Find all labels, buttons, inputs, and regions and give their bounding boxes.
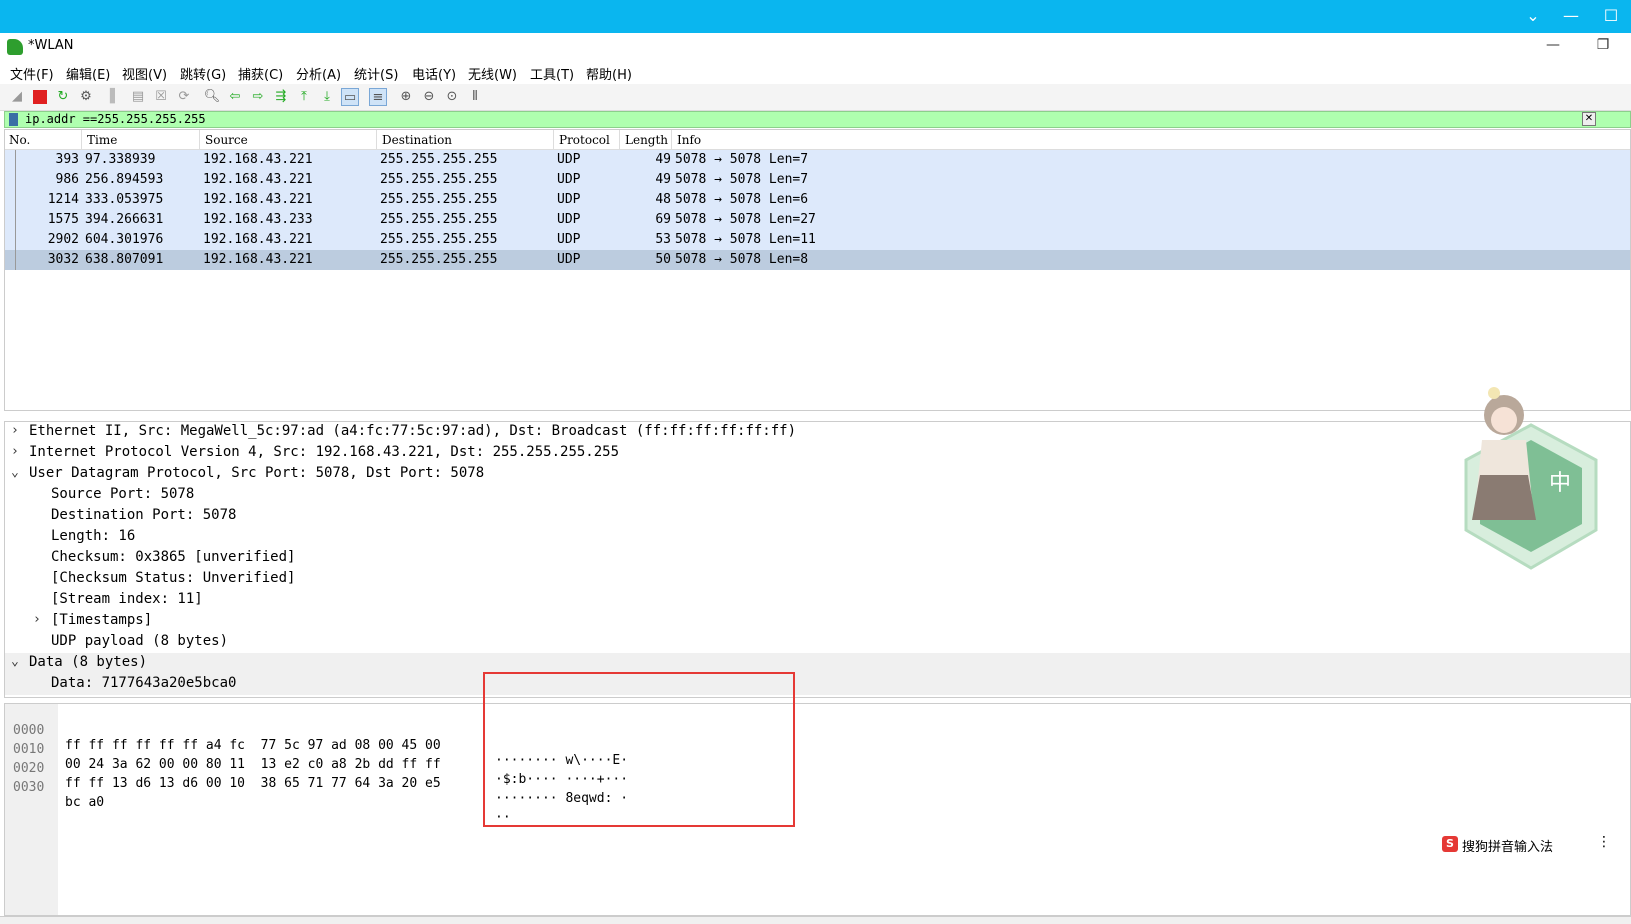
expand-arrow-icon[interactable]: › bbox=[33, 612, 41, 627]
expand-arrow-icon[interactable]: › bbox=[11, 444, 19, 459]
find-packet-icon[interactable]: 🔍︎ bbox=[203, 88, 221, 106]
minimize-icon[interactable]: — bbox=[1558, 6, 1584, 25]
main-toolbar: ◢ ↻ ⚙ ▌ ▤ ☒ ⟳ 🔍︎ ⇦ ⇨ ⇶ ⤒ ⤓ ▭ ≡ ⊕ ⊖ ⊙ ⫴ bbox=[0, 84, 1631, 111]
menu-bar: 文件(F) 编辑(E) 视图(V) 跳转(G) 捕获(C) 分析(A) 统计(S… bbox=[0, 60, 1631, 84]
go-back-icon[interactable]: ⇦ bbox=[226, 88, 244, 106]
packet-row[interactable]: 1214 333.053975 192.168.43.221 255.255.2… bbox=[5, 190, 1630, 210]
column-no[interactable]: No. bbox=[9, 133, 30, 149]
packet-row[interactable]: 2902 604.301976 192.168.43.221 255.255.2… bbox=[5, 230, 1630, 250]
resize-columns-icon[interactable]: ⫴ bbox=[466, 88, 484, 106]
ime-mascot: 中 bbox=[1464, 387, 1598, 570]
menu-edit[interactable]: 编辑(E) bbox=[66, 64, 110, 83]
reload-file-icon[interactable]: ⟳ bbox=[175, 88, 193, 106]
capture-options-icon[interactable]: ⚙ bbox=[77, 88, 95, 106]
detail-line[interactable]: UDP payload (8 bytes) bbox=[5, 632, 1630, 653]
packet-row[interactable]: 1575 394.266631 192.168.43.233 255.255.2… bbox=[5, 210, 1630, 230]
column-time[interactable]: Time bbox=[87, 133, 117, 149]
go-forward-icon[interactable]: ⇨ bbox=[249, 88, 267, 106]
zoom-normal-icon[interactable]: ⊙ bbox=[443, 88, 461, 106]
packet-row[interactable]: 393 97.338939 192.168.43.221 255.255.255… bbox=[5, 150, 1630, 170]
menu-wireless[interactable]: 无线(W) bbox=[468, 64, 517, 83]
zoom-out-icon[interactable]: ⊖ bbox=[420, 88, 438, 106]
bytes-row[interactable]: 0000 ff ff ff ff ff ff a4 fc 77 5c 97 ad… bbox=[5, 708, 628, 768]
go-first-icon[interactable]: ⤒ bbox=[295, 88, 313, 106]
menu-telephony[interactable]: 电话(Y) bbox=[412, 64, 456, 83]
colorize-icon[interactable]: ≡ bbox=[369, 88, 387, 106]
bytes-row[interactable]: 0010 00 24 3a 62 00 00 80 11 13 e2 c0 a8… bbox=[5, 727, 628, 787]
packet-row-selected[interactable]: 3032 638.807091 192.168.43.221 255.255.2… bbox=[5, 250, 1630, 270]
zoom-in-icon[interactable]: ⊕ bbox=[397, 88, 415, 106]
detail-line[interactable]: › Ethernet II, Src: MegaWell_5c:97:ad (a… bbox=[5, 422, 1630, 443]
detail-line[interactable]: Checksum: 0x3865 [unverified] bbox=[5, 548, 1630, 569]
os-title-bar: ⌄ — ☐ bbox=[0, 0, 1631, 33]
menu-view[interactable]: 视图(V) bbox=[122, 64, 167, 83]
packet-row[interactable]: 986 256.894593 192.168.43.221 255.255.25… bbox=[5, 170, 1630, 190]
column-length[interactable]: Length bbox=[625, 133, 668, 149]
column-protocol[interactable]: Protocol bbox=[559, 133, 610, 149]
packet-bytes: 0000 ff ff ff ff ff ff a4 fc 77 5c 97 ad… bbox=[4, 703, 1631, 916]
detail-line[interactable]: Source Port: 5078 bbox=[5, 485, 1630, 506]
column-source[interactable]: Source bbox=[205, 133, 248, 149]
detail-line[interactable]: Length: 16 bbox=[5, 527, 1630, 548]
bytes-row[interactable]: 0020 ff ff 13 d6 13 d6 00 10 38 65 71 77… bbox=[5, 746, 628, 806]
menu-go[interactable]: 跳转(G) bbox=[180, 64, 226, 83]
sogou-logo-icon: S bbox=[1442, 836, 1458, 852]
detail-line-selected[interactable]: Data: 7177643a20e5bca0 bbox=[5, 674, 1630, 695]
expand-arrow-icon[interactable]: › bbox=[11, 423, 19, 438]
menu-help[interactable]: 帮助(H) bbox=[586, 64, 632, 83]
maximize-icon[interactable]: ☐ bbox=[1598, 6, 1624, 25]
collapse-arrow-icon[interactable]: ⌄ bbox=[11, 465, 19, 480]
go-to-packet-icon[interactable]: ⇶ bbox=[272, 88, 290, 106]
ime-label: 搜狗拼音输入法 bbox=[1462, 840, 1554, 855]
packet-details: › Ethernet II, Src: MegaWell_5c:97:ad (a… bbox=[4, 421, 1631, 698]
bookmark-icon[interactable] bbox=[9, 113, 18, 126]
open-file-icon[interactable]: ▌ bbox=[106, 88, 124, 106]
menu-capture[interactable]: 捕获(C) bbox=[238, 64, 283, 83]
ime-more-icon[interactable]: ⋮ bbox=[1597, 834, 1611, 850]
chevron-down-icon[interactable]: ⌄ bbox=[1520, 6, 1546, 25]
detail-line[interactable]: [Checksum Status: Unverified] bbox=[5, 569, 1630, 590]
restart-capture-icon[interactable]: ↻ bbox=[54, 88, 72, 106]
autoscroll-icon[interactable]: ▭ bbox=[341, 88, 359, 106]
shark-fin-icon[interactable]: ◢ bbox=[8, 88, 26, 106]
detail-line[interactable]: ⌄ User Datagram Protocol, Src Port: 5078… bbox=[5, 464, 1630, 485]
detail-line[interactable]: › [Timestamps] bbox=[5, 611, 1630, 632]
packet-list: No. Time Source Destination Protocol Len… bbox=[4, 129, 1631, 411]
detail-line[interactable]: Destination Port: 5078 bbox=[5, 506, 1630, 527]
detail-line[interactable]: › Internet Protocol Version 4, Src: 192.… bbox=[5, 443, 1630, 464]
bytes-row[interactable]: 0030 bc a0 ·· bbox=[5, 765, 511, 825]
ime-toolbar[interactable]: S 搜狗拼音输入法 ⋮ bbox=[1432, 833, 1617, 857]
save-file-icon[interactable]: ▤ bbox=[129, 88, 147, 106]
window-title: *WLAN bbox=[28, 38, 74, 53]
display-filter-bar[interactable]: ip.addr ==255.255.255.255 ✕ bbox=[4, 111, 1631, 128]
window-restore-button[interactable]: ❐ bbox=[1588, 37, 1618, 53]
go-last-icon[interactable]: ⤓ bbox=[318, 88, 336, 106]
detail-line[interactable]: [Stream index: 11] bbox=[5, 590, 1630, 611]
highlight-box bbox=[483, 672, 795, 827]
window-title-bar: *WLAN — ❐ bbox=[0, 33, 1631, 60]
collapse-arrow-icon[interactable]: ⌄ bbox=[11, 654, 19, 669]
close-file-icon[interactable]: ☒ bbox=[152, 88, 170, 106]
detail-line[interactable]: ⌄ Data (8 bytes) bbox=[5, 653, 1630, 674]
window-minimize-button[interactable]: — bbox=[1538, 37, 1568, 53]
clear-filter-icon[interactable]: ✕ bbox=[1582, 112, 1596, 126]
wireshark-logo-icon bbox=[7, 39, 23, 55]
menu-tools[interactable]: 工具(T) bbox=[530, 64, 574, 83]
menu-statistics[interactable]: 统计(S) bbox=[354, 64, 398, 83]
display-filter-input[interactable]: ip.addr ==255.255.255.255 bbox=[25, 112, 206, 126]
packet-list-header: No. Time Source Destination Protocol Len… bbox=[5, 130, 1630, 150]
column-info[interactable]: Info bbox=[677, 133, 701, 149]
stop-capture-icon[interactable] bbox=[31, 88, 49, 106]
menu-file[interactable]: 文件(F) bbox=[10, 64, 54, 83]
status-bar bbox=[0, 916, 1631, 924]
ime-mascot-char: 中 bbox=[1549, 471, 1571, 496]
menu-analyze[interactable]: 分析(A) bbox=[296, 64, 341, 83]
column-destination[interactable]: Destination bbox=[382, 133, 452, 149]
